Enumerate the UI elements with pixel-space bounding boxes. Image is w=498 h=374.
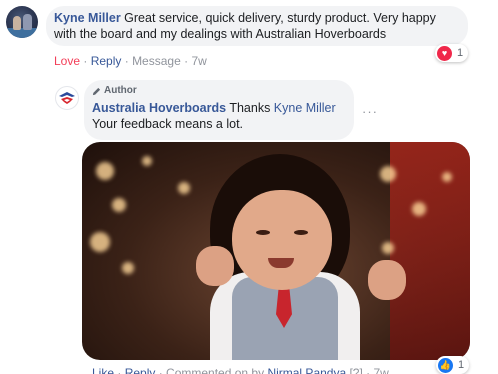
gif-bokeh-light bbox=[112, 198, 126, 212]
gif-subject-mouth bbox=[268, 258, 294, 268]
avatar-photo-person bbox=[23, 14, 32, 30]
comment-timestamp[interactable]: 7w bbox=[191, 54, 206, 68]
reply-timestamp[interactable]: 7w bbox=[374, 366, 389, 374]
reply-button[interactable]: Reply bbox=[125, 366, 156, 374]
gif-bokeh-light bbox=[142, 156, 152, 166]
gif-bokeh-light bbox=[122, 262, 134, 274]
gif-bokeh-light bbox=[380, 166, 396, 182]
love-button[interactable]: Love bbox=[54, 54, 80, 68]
avatar[interactable] bbox=[6, 6, 38, 38]
reply-text-line: Your feedback means a lot. bbox=[92, 117, 244, 131]
edit-marker: [?] bbox=[346, 366, 363, 374]
separator: · bbox=[180, 54, 192, 68]
author-badge: Author bbox=[92, 84, 344, 98]
separator: · bbox=[114, 366, 125, 374]
gif-subject-fist bbox=[196, 246, 234, 286]
page-avatar[interactable] bbox=[55, 86, 79, 110]
gif-subject-face bbox=[232, 190, 332, 290]
message-button[interactable]: Message bbox=[132, 54, 181, 68]
avatar-photo-ground bbox=[6, 28, 38, 38]
gif-bokeh-light bbox=[178, 182, 190, 194]
reply-actions: Like · Reply · Commented on by Nirmal Pa… bbox=[92, 366, 389, 374]
separator: · bbox=[121, 54, 133, 68]
gif-subject-eye bbox=[256, 230, 270, 235]
separator: · bbox=[362, 366, 374, 374]
reaction-count: 1 bbox=[458, 359, 465, 371]
comment-author-name[interactable]: Kyne Miller bbox=[54, 11, 121, 25]
like-button[interactable]: Like bbox=[92, 366, 114, 374]
heart-icon: ♥ bbox=[437, 45, 452, 61]
commenter-link[interactable]: Nirmal Pandya bbox=[267, 366, 346, 374]
reply-text-prefix: Thanks bbox=[229, 101, 274, 115]
avatar-photo-person bbox=[13, 16, 21, 30]
gif-bokeh-light bbox=[96, 162, 114, 180]
pencil-icon bbox=[92, 87, 101, 95]
more-options-icon[interactable]: ··· bbox=[362, 104, 378, 119]
gif-bokeh-light bbox=[90, 232, 110, 252]
gif-background bbox=[390, 142, 470, 360]
reply-button[interactable]: Reply bbox=[91, 54, 122, 68]
commented-on-by-label: Commented on by bbox=[166, 366, 268, 374]
reply-author-name[interactable]: Australia Hoverboards bbox=[92, 101, 226, 115]
mention-link[interactable]: Kyne Miller bbox=[274, 101, 336, 115]
gif-subject-fist bbox=[368, 260, 406, 300]
author-badge-label: Author bbox=[104, 85, 137, 96]
gif-image[interactable] bbox=[82, 142, 470, 360]
comment-bubble: Kyne Miller Great service, quick deliver… bbox=[46, 6, 468, 46]
gif-subject-eye bbox=[294, 230, 308, 235]
gif-bokeh-light bbox=[442, 172, 452, 182]
comment-actions: Love · Reply · Message · 7w bbox=[54, 54, 207, 68]
australia-hoverboards-logo bbox=[59, 92, 75, 104]
gif-bokeh-light bbox=[412, 202, 426, 216]
separator: · bbox=[155, 366, 167, 374]
reaction-count: 1 bbox=[457, 47, 464, 59]
gif-bokeh-light bbox=[382, 242, 394, 254]
separator: · bbox=[80, 54, 91, 68]
reaction-count-badge[interactable]: 👍 1 bbox=[436, 356, 470, 374]
reaction-count-badge[interactable]: ♥ 1 bbox=[435, 44, 469, 62]
reply-bubble: Author Australia Hoverboards Thanks Kyne… bbox=[84, 80, 354, 140]
thumbs-up-icon: 👍 bbox=[438, 357, 453, 373]
